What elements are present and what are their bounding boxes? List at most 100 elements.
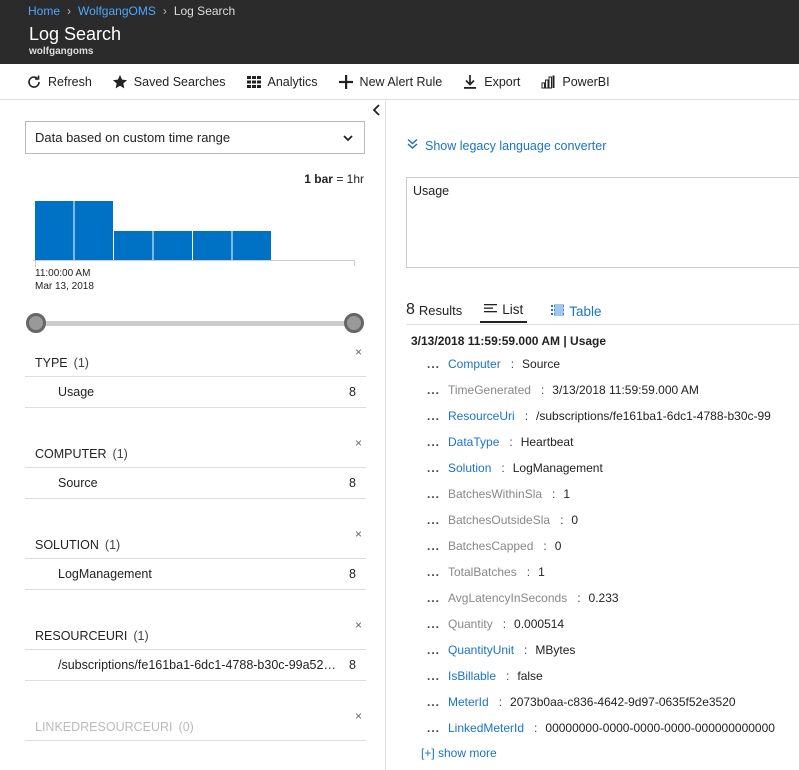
record-field-separator: : [543, 539, 547, 553]
record-field-value: /subscriptions/fe161ba1-6dc1-4788-b30c-9… [536, 409, 771, 423]
record-field-value: 2073b0aa-c836-4642-9d97-0635f52e3520 [510, 695, 736, 709]
record-field-name[interactable]: QuantityUnit [448, 643, 514, 657]
show-more-link[interactable]: [+] show more [421, 746, 497, 760]
more-options-icon[interactable]: ... [427, 669, 448, 683]
facet-header: RESOURCEURI (1) × [25, 618, 366, 650]
record-field-separator: : [510, 357, 515, 371]
histogram-legend-value: 1 bar [304, 172, 333, 186]
record-field-name[interactable]: IsBillable [448, 669, 496, 683]
facet-row[interactable]: /subscriptions/fe161ba1-6dc1-4788-b30c-9… [25, 650, 366, 681]
record-field-value: false [517, 669, 543, 683]
histogram-chart[interactable] [33, 196, 355, 261]
facet-row-count: 8 [349, 476, 356, 490]
more-options-icon[interactable]: ... [427, 513, 448, 527]
record-field-separator: : [524, 409, 529, 423]
record-field-name[interactable]: Solution [448, 461, 491, 475]
facet-row-count: 8 [349, 385, 356, 399]
legacy-converter-link[interactable]: Show legacy language converter [407, 138, 606, 153]
facet-title: TYPE [35, 355, 68, 370]
record-field: ... QuantityUnit: MBytes [427, 637, 799, 663]
more-options-icon[interactable]: ... [427, 487, 448, 501]
record-field-name[interactable]: ResourceUri [448, 409, 515, 423]
histogram-bar[interactable] [35, 201, 74, 261]
more-options-icon[interactable]: ... [427, 383, 448, 397]
histogram-bar[interactable] [74, 201, 114, 261]
time-slider-end-handle[interactable] [344, 313, 364, 333]
close-icon[interactable]: × [355, 527, 362, 541]
saved-searches-label: Saved Searches [133, 74, 226, 89]
histogram-bar[interactable] [232, 231, 272, 261]
histogram-legend-unit: = 1hr [336, 172, 364, 186]
collapse-pane-icon[interactable] [370, 103, 384, 117]
close-icon[interactable]: × [355, 709, 362, 723]
time-slider-track[interactable] [36, 321, 354, 326]
facet-row[interactable]: LogManagement 8 [25, 559, 366, 590]
powerbi-button[interactable]: PowerBI [540, 74, 610, 90]
facet-row-label: Source [58, 476, 98, 490]
facet-row[interactable]: Source 8 [25, 468, 366, 499]
facet-row-count: 8 [349, 567, 356, 581]
record-field: ... BatchesOutsideSla:0 [427, 507, 799, 533]
histogram-bar[interactable] [193, 231, 232, 261]
facet-header: TYPE (1) × [25, 345, 366, 377]
record-field-separator: : [526, 565, 531, 579]
more-options-icon[interactable]: ... [427, 409, 448, 423]
record-field-value: 1 [538, 565, 545, 579]
more-options-icon[interactable]: ... [427, 435, 448, 449]
histogram-axis [33, 260, 355, 261]
record-field: ... AvgLatencyInSeconds:0.233 [427, 585, 799, 611]
time-range-value: Data based on custom time range [35, 130, 231, 145]
facet-row-label: LogManagement [58, 567, 152, 581]
breadcrumb-home[interactable]: Home [28, 4, 60, 18]
record-field: ... BatchesCapped:0 [427, 533, 799, 559]
record-field-name[interactable]: Computer [448, 357, 501, 371]
record-field-value: Source [522, 357, 561, 371]
plus-icon [338, 74, 354, 90]
more-options-icon[interactable]: ... [427, 461, 448, 475]
refresh-icon [26, 74, 42, 90]
tab-table[interactable]: Table [547, 304, 605, 323]
powerbi-label: PowerBI [562, 74, 610, 89]
more-options-icon[interactable]: ... [427, 357, 448, 371]
more-options-icon[interactable]: ... [427, 643, 448, 657]
close-icon[interactable]: × [355, 345, 362, 359]
facet-solution: SOLUTION (1) × LogManagement 8 [25, 527, 366, 590]
results-divider [406, 324, 799, 325]
more-options-icon[interactable]: ... [427, 695, 448, 709]
analytics-button[interactable]: Analytics [246, 74, 318, 90]
histogram-bar[interactable] [153, 231, 193, 261]
histogram-bar[interactable] [114, 231, 153, 261]
close-icon[interactable]: × [355, 436, 362, 450]
time-slider-start-handle[interactable] [26, 313, 46, 333]
new-alert-rule-button[interactable]: New Alert Rule [338, 74, 442, 90]
record-field-name[interactable]: MeterId [448, 695, 489, 709]
more-options-icon[interactable]: ... [427, 591, 448, 605]
record-field-name[interactable]: DataType [448, 435, 499, 449]
record-field-separator: : [524, 643, 528, 657]
refresh-button[interactable]: Refresh [26, 74, 92, 90]
record-field-value: 0.233 [588, 591, 619, 605]
query-editor[interactable]: Usage [406, 177, 799, 268]
more-options-icon[interactable]: ... [427, 721, 448, 735]
more-options-icon[interactable]: ... [427, 539, 448, 553]
record-title: 3/13/2018 11:59:59.000 AM | Usage [411, 334, 607, 348]
export-button[interactable]: Export [462, 74, 520, 90]
tab-list[interactable]: List [480, 302, 528, 323]
facet-header: COMPUTER (1) × [25, 436, 366, 468]
close-icon[interactable]: × [355, 618, 362, 632]
facet-row[interactable]: Usage 8 [25, 377, 366, 408]
record-field: ... Computer: Source [427, 351, 799, 377]
record-field-value: Heartbeat [520, 435, 574, 449]
histogram-axis-end-tick [354, 260, 355, 266]
more-options-icon[interactable]: ... [427, 565, 448, 579]
time-range-dropdown[interactable]: Data based on custom time range [25, 121, 365, 154]
breadcrumb-workspace[interactable]: WolfgangOMS [78, 4, 156, 18]
facet-row-label: /subscriptions/fe161ba1-6dc1-4788-b30c-9… [58, 658, 342, 672]
results-label: Results [418, 303, 463, 318]
record-field-name[interactable]: LinkedMeterId [448, 721, 524, 735]
record-field: ... DataType: Heartbeat [427, 429, 799, 455]
record-field-name: Quantity [448, 617, 493, 631]
command-bar: Refresh Saved Searches Analytics New Ale… [0, 64, 799, 100]
more-options-icon[interactable]: ... [427, 617, 448, 631]
saved-searches-button[interactable]: Saved Searches [112, 74, 226, 90]
